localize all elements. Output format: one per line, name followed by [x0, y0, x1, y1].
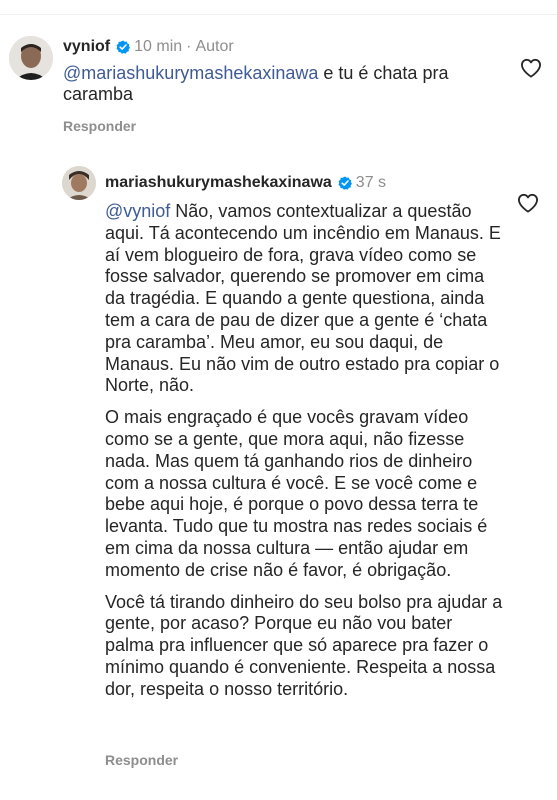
author-badge: Autor	[195, 38, 234, 55]
heart-outline-icon[interactable]	[517, 193, 539, 213]
meta-separator: ·	[186, 38, 192, 55]
comment-text: @mariashukurymashekaxinawa e tu é chata …	[63, 63, 483, 105]
heart-outline-icon[interactable]	[520, 58, 542, 78]
comment-username[interactable]: vyniof	[63, 38, 110, 55]
comment-paragraph: @vyniof Não, vamos contextualizar a ques…	[105, 201, 505, 397]
comment-paragraph: Você tá tirando dinheiro do seu bolso pr…	[105, 591, 503, 699]
top-divider	[0, 14, 557, 15]
verified-badge-icon	[338, 176, 352, 196]
comment-text: @vyniof Não, vamos contextualizar a ques…	[105, 201, 505, 711]
comment-time: 37 s	[355, 174, 387, 191]
comment-mention[interactable]: @mariashukurymashekaxinawa	[63, 63, 318, 83]
verified-badge-icon	[116, 40, 131, 60]
reply-button[interactable]: Responder	[105, 751, 178, 769]
comment-paragraph: O mais engraçado é que vocês gravam víde…	[105, 407, 488, 580]
avatar-mariashukurymashekaxinawa[interactable]	[62, 166, 96, 200]
comment-meta: mariashukurymashekaxinawa 37 s	[105, 173, 386, 196]
comment-meta: vyniof 10 min · Autor	[63, 37, 234, 60]
comment-time: 10 min	[134, 38, 183, 55]
reply-button[interactable]: Responder	[63, 117, 136, 135]
comment-body: Não, vamos contextualizar a questão aqui…	[105, 201, 501, 396]
comment-username[interactable]: mariashukurymashekaxinawa	[105, 174, 332, 191]
avatar-vyniof[interactable]	[9, 36, 53, 80]
comment-mention[interactable]: @vyniof	[105, 201, 170, 221]
